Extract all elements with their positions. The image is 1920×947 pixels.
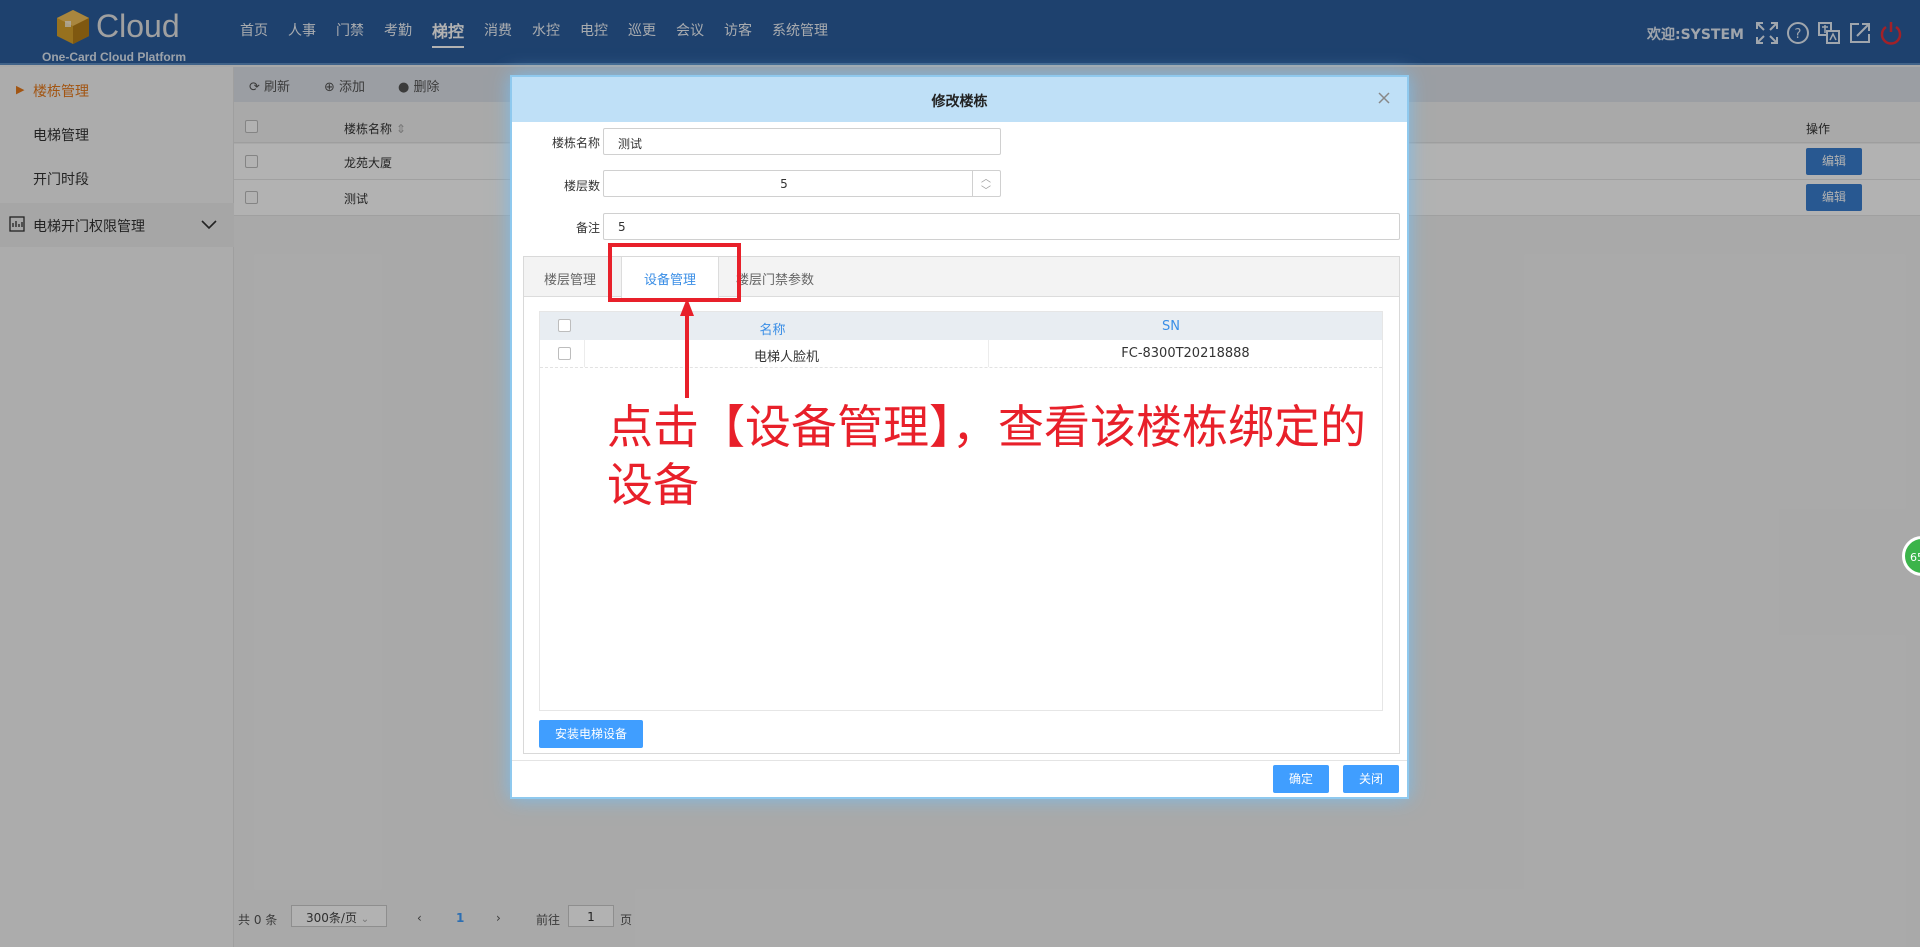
annotation-line-2: 设备 — [607, 458, 699, 512]
annotation-line-1: 点击【设备管理】，查看该楼栋绑定的 — [607, 400, 1366, 454]
annotation-text: 点击【设备管理】，查看该楼栋绑定的 设备 — [607, 398, 1407, 514]
